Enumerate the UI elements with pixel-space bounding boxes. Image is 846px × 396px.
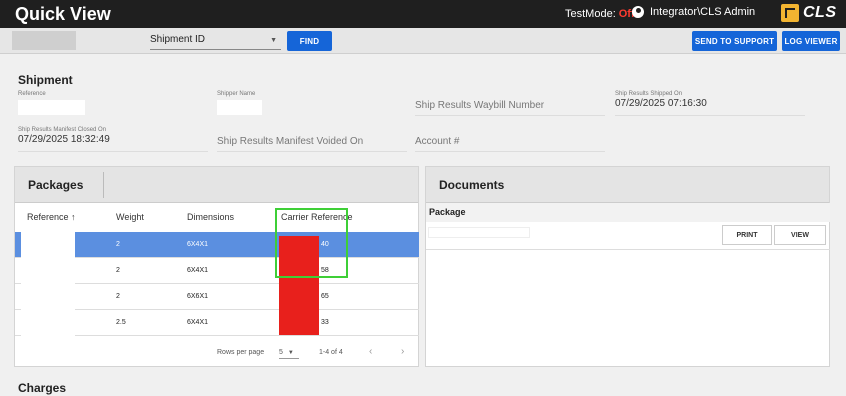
reference-cell [21, 310, 75, 336]
rows-per-page-select[interactable]: 5 ▼ [279, 349, 299, 359]
log-viewer-button[interactable]: LOG VIEWER [782, 31, 840, 51]
page-range: 1-4 of 4 [319, 349, 343, 356]
documents-header: Documents [426, 167, 829, 203]
search-type-select[interactable]: Shipment ID ▼ [150, 32, 281, 50]
shipped-on-field: Ship Results Shipped On 07/29/2025 07:16… [615, 91, 805, 116]
app-title: Quick View [15, 4, 111, 24]
testmode-label: TestMode: [565, 8, 616, 20]
top-bar: Quick View TestMode: Off Integrator\CLS A… [0, 0, 846, 28]
table-row[interactable]: 2.5 6X4X1 33 [15, 310, 419, 336]
highlight-box [275, 208, 348, 278]
reference-cell [21, 258, 75, 284]
shipped-on-value: 07/29/2025 07:16:30 [615, 98, 707, 109]
table-row[interactable]: 2 6X4X1 58 [15, 258, 419, 284]
document-name-field [428, 227, 530, 238]
user-name: Integrator\CLS Admin [650, 6, 756, 18]
reference-field: Reference [18, 91, 85, 115]
account-field: Account # [415, 136, 605, 152]
shipment-title: Shipment [18, 73, 73, 87]
prev-page-button[interactable]: ‹ [369, 346, 372, 357]
search-bar: Shipment ID ▼ FIND SEND TO SUPPORT LOG V… [0, 28, 846, 54]
packages-card: Packages Reference ↑ Weight Dimensions C… [14, 166, 419, 367]
manifest-closed-value: 07/29/2025 18:32:49 [18, 134, 110, 145]
dimensions-cell: 6X4X1 [187, 267, 209, 274]
table-row[interactable]: 2 6X6X1 65 [15, 284, 419, 310]
search-type-value: Shipment ID [150, 34, 206, 45]
cls-logo: CLS [781, 4, 837, 22]
find-button[interactable]: FIND [287, 31, 332, 51]
table-row[interactable]: 2 6X4X1 40 [15, 232, 419, 258]
reference-value [18, 100, 85, 115]
shipped-on-label: Ship Results Shipped On [615, 91, 683, 97]
col-dimensions[interactable]: Dimensions [187, 212, 234, 222]
weight-cell: 2 [116, 241, 120, 248]
waybill-label: Ship Results Waybill Number [415, 100, 545, 111]
manifest-closed-label: Ship Results Manifest Closed On [18, 127, 107, 133]
shipper-name-value [217, 100, 262, 115]
packages-header: Packages [15, 167, 418, 203]
shipper-name-field: Shipper Name [217, 91, 262, 115]
rows-per-page-label: Rows per page [217, 349, 265, 356]
documents-title: Documents [439, 178, 505, 192]
weight-cell: 2 [116, 267, 120, 274]
search-input[interactable] [12, 31, 76, 50]
manifest-voided-label: Ship Results Manifest Voided On [217, 136, 364, 147]
waybill-field: Ship Results Waybill Number [415, 100, 605, 116]
dimensions-cell: 6X4X1 [187, 319, 209, 326]
shipper-name-label: Shipper Name [217, 91, 256, 97]
documents-package-header: Package [426, 203, 830, 222]
weight-cell: 2.5 [116, 319, 126, 326]
document-row: PRINT VIEW [426, 223, 830, 250]
col-reference[interactable]: Reference ↑ [27, 212, 76, 222]
testmode-indicator[interactable]: TestMode: Off [565, 8, 635, 20]
user-account-icon [632, 6, 644, 18]
carrier-reference-cell: 65 [321, 293, 329, 300]
reference-cell [21, 232, 75, 258]
header-divider [103, 172, 104, 198]
chevron-down-icon: ▼ [287, 350, 294, 356]
send-to-support-button[interactable]: SEND TO SUPPORT [692, 31, 777, 51]
manifest-voided-field: Ship Results Manifest Voided On [217, 136, 407, 152]
col-weight[interactable]: Weight [116, 212, 144, 222]
manifest-closed-field: Ship Results Manifest Closed On 07/29/20… [18, 127, 208, 152]
next-page-button[interactable]: › [401, 346, 404, 357]
documents-card: Documents Package PRINT VIEW [425, 166, 830, 367]
dimensions-cell: 6X4X1 [187, 241, 209, 248]
user-menu[interactable]: Integrator\CLS Admin ▼ [632, 6, 791, 18]
packages-title: Packages [28, 178, 84, 192]
carrier-reference-cell: 33 [321, 319, 329, 326]
view-button[interactable]: VIEW [774, 225, 826, 245]
rows-per-page-value: 5 [279, 349, 283, 356]
print-button[interactable]: PRINT [722, 225, 772, 245]
account-label: Account # [415, 136, 460, 147]
charges-title: Charges [18, 381, 67, 395]
dropdown-arrow-icon: ▼ [270, 37, 277, 44]
logo-text: CLS [803, 4, 837, 21]
weight-cell: 2 [116, 293, 120, 300]
cls-logo-icon [781, 4, 799, 22]
reference-cell [21, 284, 75, 310]
reference-label: Reference [18, 91, 46, 97]
dimensions-cell: 6X6X1 [187, 293, 209, 300]
